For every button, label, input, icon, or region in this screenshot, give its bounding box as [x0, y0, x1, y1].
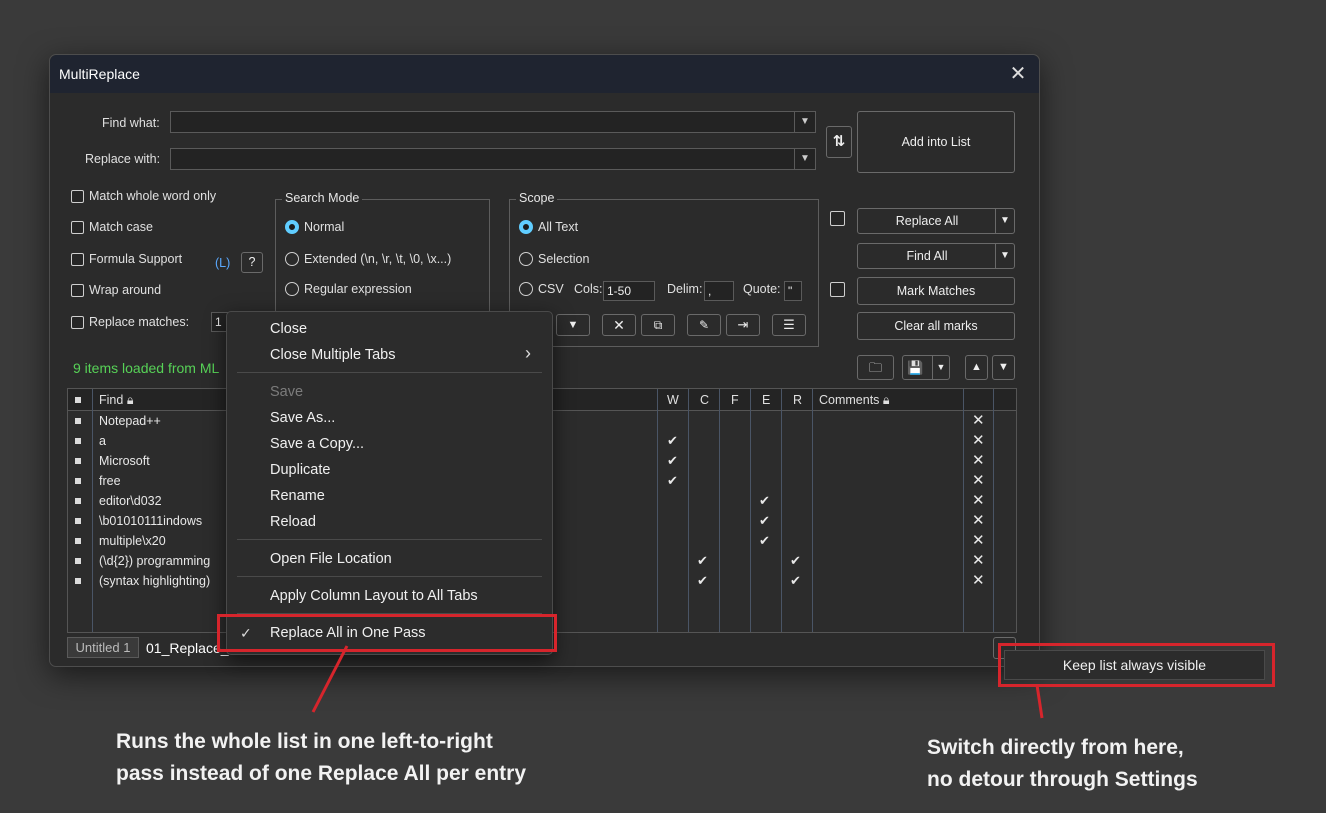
- annotation-pointers: [311, 645, 1044, 719]
- annotation-left: Runs the whole list in one left-to-right…: [116, 726, 526, 790]
- annotation-left-line1: Runs the whole list in one left-to-right: [116, 730, 493, 753]
- annotation-right-line2: no detour through Settings: [927, 768, 1198, 791]
- annotation-right: Switch directly from here, no detour thr…: [927, 732, 1198, 796]
- annotation-right-line1: Switch directly from here,: [927, 736, 1184, 759]
- annotation-left-line2: pass instead of one Replace All per entr…: [116, 762, 527, 785]
